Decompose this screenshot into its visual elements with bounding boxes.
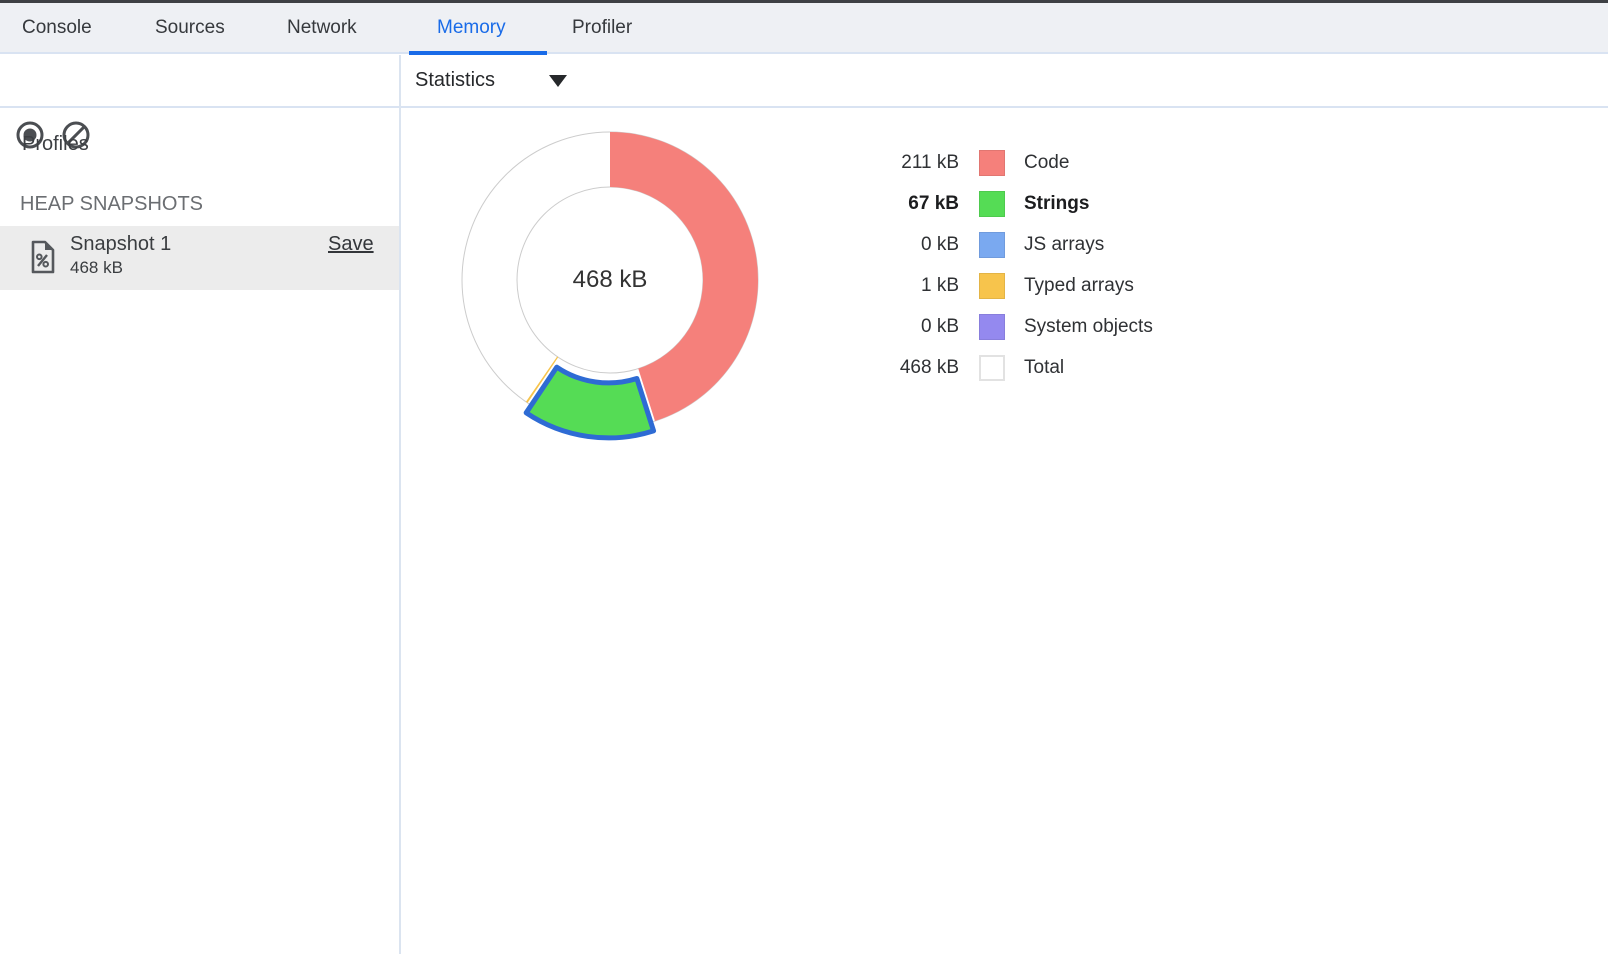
legend-color-swatch bbox=[979, 232, 1005, 258]
legend-value: 1 kB bbox=[789, 275, 959, 297]
profiles-heading: Profiles bbox=[22, 133, 89, 156]
legend-value: 67 kB bbox=[789, 193, 959, 215]
snapshot-title[interactable]: Snapshot 1 bbox=[70, 233, 171, 256]
legend-value: 0 kB bbox=[789, 234, 959, 256]
active-tab-indicator bbox=[409, 51, 547, 55]
legend-row-system-objects[interactable]: 0 kB System objects bbox=[789, 306, 1153, 347]
toolbar-divider bbox=[0, 106, 1608, 108]
legend-value: 211 kB bbox=[789, 152, 959, 174]
legend-label: Strings bbox=[1024, 193, 1089, 215]
legend-value: 468 kB bbox=[789, 357, 959, 379]
legend-row-code[interactable]: 211 kB Code bbox=[789, 142, 1153, 183]
save-snapshot-link[interactable]: Save bbox=[328, 233, 374, 256]
snapshot-size: 468 kB bbox=[70, 258, 123, 278]
tab-sources[interactable]: Sources bbox=[155, 3, 225, 52]
legend-row-js-arrays[interactable]: 0 kB JS arrays bbox=[789, 224, 1153, 265]
heap-snapshot-document-icon bbox=[30, 239, 56, 275]
perspective-dropdown[interactable]: Statistics bbox=[415, 55, 495, 106]
legend-row-total[interactable]: 468 kB Total bbox=[789, 347, 1153, 388]
tab-network[interactable]: Network bbox=[287, 3, 357, 52]
legend-color-swatch bbox=[979, 314, 1005, 340]
chart-legend: 211 kB Code 67 kB Strings 0 kB JS arrays… bbox=[789, 142, 1153, 388]
legend-color-swatch bbox=[979, 150, 1005, 176]
legend-color-swatch bbox=[979, 191, 1005, 217]
snapshot-list-item[interactable]: Snapshot 1 468 kB Save bbox=[0, 226, 399, 290]
sidebar-divider bbox=[399, 55, 401, 954]
legend-value: 0 kB bbox=[789, 316, 959, 338]
legend-label: JS arrays bbox=[1024, 234, 1104, 256]
heap-snapshots-section-header: HEAP SNAPSHOTS bbox=[20, 193, 203, 216]
legend-label: System objects bbox=[1024, 316, 1153, 338]
memory-panel-toolbar bbox=[0, 55, 1608, 106]
tab-console[interactable]: Console bbox=[22, 3, 92, 52]
legend-row-strings[interactable]: 67 kB Strings bbox=[789, 183, 1153, 224]
legend-color-swatch bbox=[979, 355, 1005, 381]
devtools-tab-bar: Console Sources Network Memory Profiler bbox=[0, 3, 1608, 54]
legend-label: Total bbox=[1024, 357, 1064, 379]
legend-label: Typed arrays bbox=[1024, 275, 1134, 297]
legend-row-typed-arrays[interactable]: 1 kB Typed arrays bbox=[789, 265, 1153, 306]
tab-memory[interactable]: Memory bbox=[437, 3, 506, 52]
donut-slice-strings[interactable] bbox=[526, 367, 653, 438]
dropdown-caret-icon[interactable] bbox=[549, 75, 567, 87]
legend-label: Code bbox=[1024, 152, 1069, 174]
legend-color-swatch bbox=[979, 273, 1005, 299]
chart-total-label: 468 kB bbox=[573, 266, 648, 294]
tab-profiler[interactable]: Profiler bbox=[572, 3, 632, 52]
